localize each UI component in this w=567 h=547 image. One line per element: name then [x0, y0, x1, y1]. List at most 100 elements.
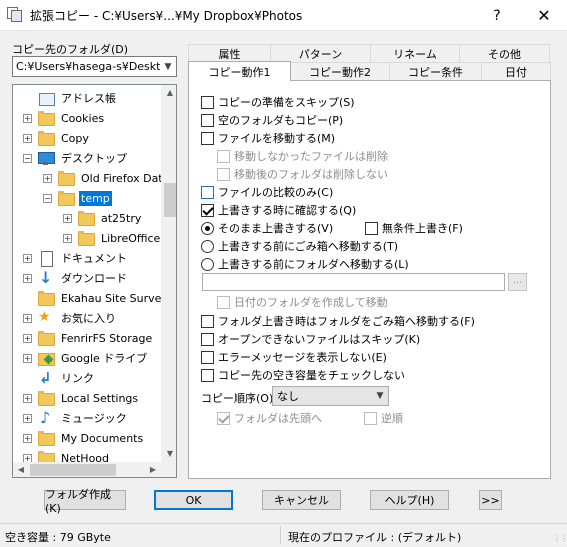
no-free-space-check-option[interactable]: コピー先の空き容量をチェックしない — [201, 367, 405, 383]
no-free-space-check-checkbox[interactable] — [201, 368, 214, 382]
tab-copy-action-1[interactable]: コピー動作1 — [188, 61, 291, 81]
chevron-down-icon[interactable]: ▼ — [160, 62, 176, 72]
folder-icon — [58, 191, 75, 206]
make-folder-button[interactable]: フォルダ作成(K) — [44, 488, 126, 515]
free-space-status: 空き容量 : 79 GByte — [5, 531, 111, 544]
overwrite-as-is-option[interactable]: そのまま上書きする(V) — [201, 220, 333, 236]
tree-item[interactable]: リンク — [23, 368, 161, 388]
tree-expander-icon[interactable]: + — [23, 433, 32, 443]
trash-before-overwrite-option[interactable]: 上書きする前にごみ箱へ移動する(T) — [201, 238, 398, 254]
tree-item[interactable]: + Local Settings — [23, 388, 161, 408]
tree-item[interactable]: − デスクトップ — [23, 148, 161, 168]
tree-item[interactable]: + Old Firefox Data — [43, 168, 161, 188]
tab-date[interactable]: 日付 — [481, 62, 551, 80]
tree-horizontal-scrollbar[interactable]: ◀ ▶ — [13, 462, 161, 477]
tree-item[interactable]: + My Documents — [23, 428, 161, 448]
compare-only-option[interactable]: ファイルの比較のみ(C) — [201, 184, 333, 200]
tree-expander-icon[interactable]: + — [23, 353, 32, 363]
tab-copy-conditions[interactable]: コピー条件 — [389, 62, 482, 80]
tree-item-label: LibreOffice 3 — [101, 231, 161, 245]
confirm-overwrite-option[interactable]: 上書きする時に確認する(Q) — [201, 202, 356, 218]
resize-grip-icon[interactable]: ⋮⋮ — [553, 534, 567, 544]
tree-item[interactable]: + ドキュメント — [23, 248, 161, 268]
tree-item[interactable]: アドレス帳 — [23, 88, 161, 108]
tree-item[interactable]: + Copy — [23, 128, 161, 148]
skip-prepare-checkbox[interactable] — [201, 95, 214, 109]
tab-attributes[interactable]: 属性 — [188, 44, 271, 62]
copy-order-select[interactable]: なし ▼ — [272, 386, 389, 406]
tree-item[interactable]: + Google ドライブ — [23, 348, 161, 368]
folder-tree[interactable]: アドレス帳 + Cookies + Copy − デスクトップ + Old Firefox Da… — [12, 84, 177, 478]
tree-item[interactable]: Ekahau Site Survey — [23, 288, 161, 308]
scroll-up-icon[interactable]: ▲ — [162, 85, 176, 101]
tree-item[interactable]: + at25try — [63, 208, 161, 228]
tree-expander-icon[interactable]: + — [43, 173, 52, 183]
no-error-message-checkbox[interactable] — [201, 350, 214, 364]
tab-pattern[interactable]: パターン — [270, 44, 371, 62]
tree-item[interactable]: + お気に入り — [23, 308, 161, 328]
tree-expander-icon[interactable]: + — [23, 113, 32, 123]
tree-expander-icon[interactable]: + — [23, 313, 32, 323]
tree-expander-icon[interactable]: + — [23, 453, 32, 462]
confirm-overwrite-checkbox[interactable] — [201, 203, 214, 217]
unconditional-overwrite-option[interactable]: 無条件上書き(F) — [365, 220, 463, 236]
scroll-down-icon[interactable]: ▼ — [162, 446, 176, 462]
tree-item[interactable]: + NetHood — [23, 448, 161, 462]
no-error-message-option[interactable]: エラーメッセージを表示しない(E) — [201, 349, 387, 365]
destination-folder-combo[interactable]: C:¥Users¥hasega-s¥Deskto ▼ — [12, 56, 177, 77]
overwrite-as-is-radio[interactable] — [201, 221, 214, 235]
tree-item-label: Copy — [61, 131, 89, 145]
folder-before-overwrite-option[interactable]: 上書きする前にフォルダへ移動する(L) — [201, 256, 409, 272]
tree-expander-icon[interactable]: + — [23, 253, 32, 263]
tree-item[interactable]: + ミュージック — [23, 408, 161, 428]
tree-expander-icon[interactable]: − — [23, 153, 32, 163]
tab-other[interactable]: その他 — [459, 44, 550, 62]
trash-before-overwrite-radio[interactable] — [201, 239, 214, 253]
copy-empty-folders-checkbox[interactable] — [201, 113, 214, 127]
close-button[interactable]: ✕ — [521, 0, 567, 31]
scroll-right-icon[interactable]: ▶ — [145, 462, 161, 477]
tree-item[interactable]: + FenrirFS Storage — [23, 328, 161, 348]
scroll-thumb[interactable] — [164, 183, 176, 217]
help-dialog-button[interactable]: ヘルプ(H) — [370, 490, 449, 510]
tree-expander-icon[interactable]: + — [23, 413, 32, 423]
chevron-down-icon[interactable]: ▼ — [372, 391, 388, 401]
keep-moved-folder-checkbox — [217, 167, 230, 181]
tree-expander-icon[interactable]: + — [23, 133, 32, 143]
tree-expander-icon[interactable]: + — [23, 393, 32, 403]
scroll-left-icon[interactable]: ◀ — [13, 462, 29, 477]
folder-to-trash-checkbox[interactable] — [201, 314, 214, 328]
skip-unopenable-option[interactable]: オープンできないファイルはスキップ(K) — [201, 331, 420, 347]
help-button[interactable]: ? — [474, 0, 520, 31]
expand-button[interactable]: >> — [479, 490, 502, 510]
tree-expander-icon[interactable]: + — [23, 273, 32, 283]
cancel-button[interactable]: キャンセル — [262, 490, 341, 510]
move-files-option[interactable]: ファイルを移動する(M) — [201, 130, 335, 146]
move-files-checkbox[interactable] — [201, 131, 214, 145]
folder-to-trash-option[interactable]: フォルダ上書き時はフォルダをごみ箱へ移動する(F) — [201, 313, 475, 329]
tree-expander-icon[interactable]: − — [43, 193, 52, 203]
tab-copy-action-2[interactable]: コピー動作2 — [290, 62, 390, 80]
compare-only-checkbox[interactable] — [201, 185, 214, 199]
skip-unopenable-checkbox[interactable] — [201, 332, 214, 346]
tree-item[interactable]: + Cookies — [23, 108, 161, 128]
google-drive-icon — [38, 351, 55, 366]
tree-expander-icon[interactable]: + — [23, 333, 32, 343]
browse-button[interactable]: ... — [508, 273, 527, 291]
tree-vertical-scrollbar[interactable]: ▲ ▼ — [161, 85, 176, 462]
tab-rename[interactable]: リネーム — [370, 44, 460, 62]
ok-button[interactable]: OK — [154, 490, 233, 510]
tree-item[interactable]: − temp — [43, 188, 161, 208]
copy-empty-folders-option[interactable]: 空のフォルダもコピー(P) — [201, 112, 343, 128]
tree-item[interactable]: + ダウンロード — [23, 268, 161, 288]
scroll-thumb-horizontal[interactable] — [30, 464, 116, 476]
backup-folder-path-input[interactable] — [202, 273, 505, 291]
tree-item[interactable]: + LibreOffice 3 — [63, 228, 161, 248]
tree-expander-icon[interactable]: + — [63, 213, 72, 223]
window-title: 拡張コピー - C:¥Users¥...¥My Dropbox¥Photos — [30, 8, 303, 23]
skip-prepare-option[interactable]: コピーの準備をスキップ(S) — [201, 94, 355, 110]
folder-before-overwrite-radio[interactable] — [201, 257, 214, 271]
tree-expander-icon[interactable]: + — [63, 233, 72, 243]
unconditional-overwrite-checkbox[interactable] — [365, 221, 378, 235]
